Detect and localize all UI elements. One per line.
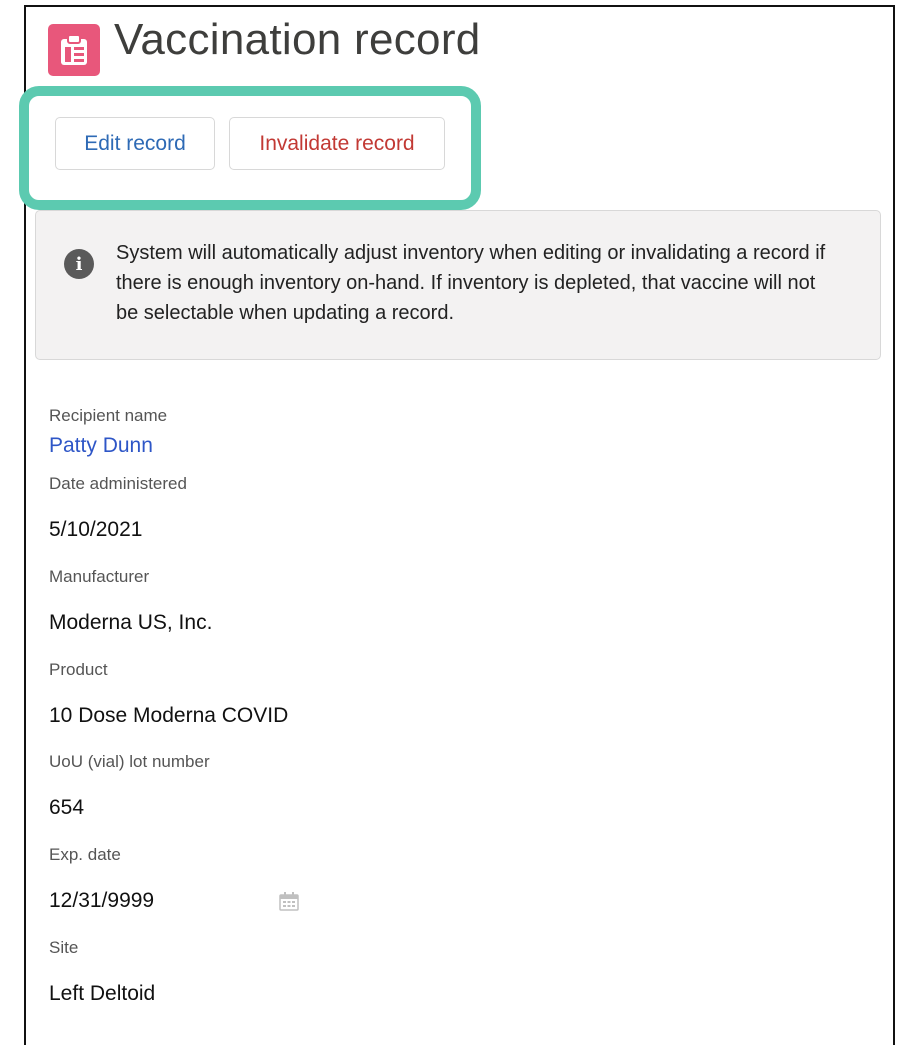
info-icon: i <box>64 249 94 279</box>
site-label: Site <box>49 938 79 957</box>
lot-number-value: 654 <box>49 796 85 819</box>
manufacturer-value: Moderna US, Inc. <box>49 611 213 634</box>
product-value: 10 Dose Moderna COVID <box>49 704 289 727</box>
invalidate-record-button[interactable]: Invalidate record <box>229 117 445 170</box>
lot-number-label: UoU (vial) lot number <box>49 752 210 771</box>
product-label: Product <box>49 660 108 679</box>
info-message: System will automatically adjust invento… <box>116 242 826 324</box>
edit-record-button[interactable]: Edit record <box>55 117 215 170</box>
exp-date-value: 12/31/9999 <box>49 889 155 912</box>
recipient-name-label: Recipient name <box>49 406 168 425</box>
recipient-name-link[interactable]: Patty Dunn <box>49 434 153 458</box>
date-administered-label: Date administered <box>49 474 187 493</box>
site-value: Left Deltoid <box>49 982 156 1005</box>
clipboard-icon <box>48 24 100 76</box>
date-administered-value: 5/10/2021 <box>49 518 143 541</box>
page-title: Vaccination record <box>114 15 481 64</box>
manufacturer-label: Manufacturer <box>49 567 150 586</box>
calendar-icon[interactable] <box>279 891 299 916</box>
exp-date-label: Exp. date <box>49 845 121 864</box>
